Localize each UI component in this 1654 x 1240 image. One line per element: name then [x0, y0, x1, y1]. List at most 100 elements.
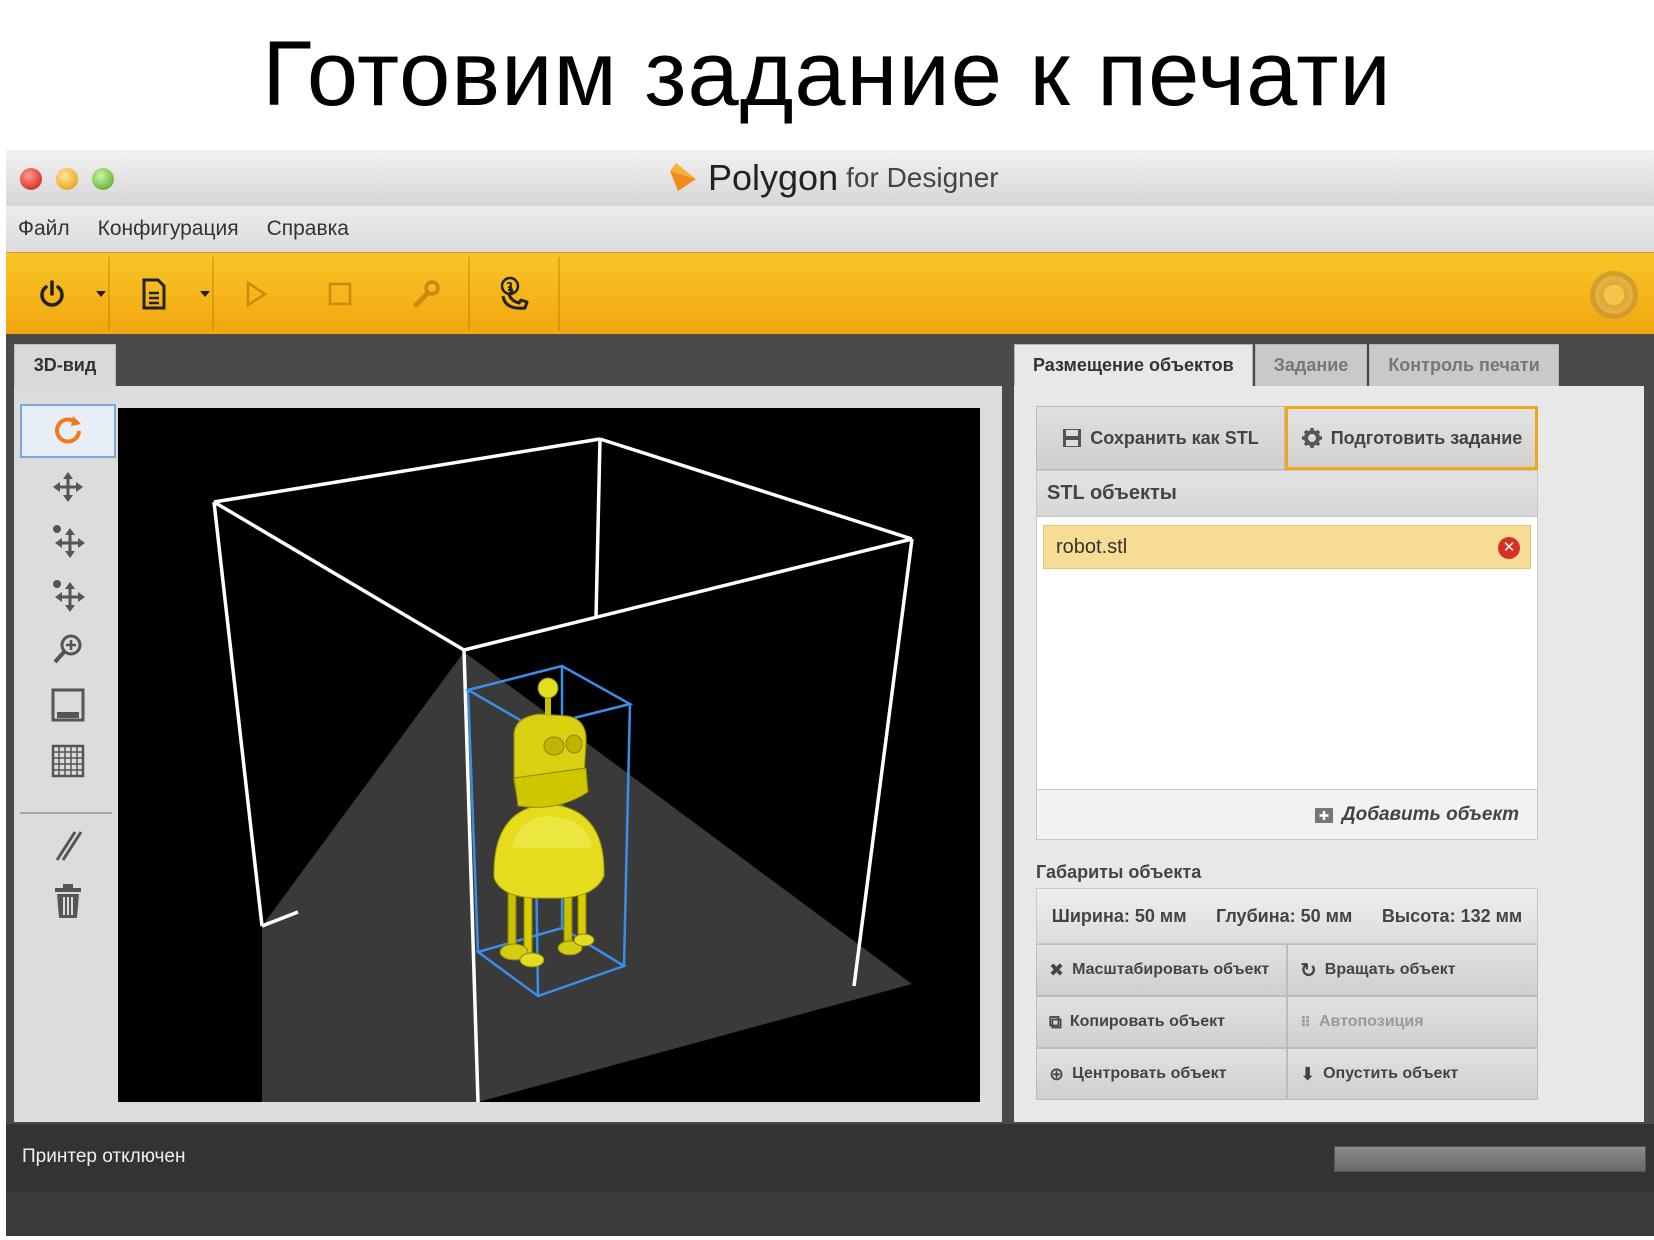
tab-3d-view[interactable]: 3D-вид: [14, 344, 116, 386]
grid-tool[interactable]: [20, 734, 116, 788]
slash-icon: [55, 831, 83, 861]
placement-panel: Сохранить как STL Подготовить задание ST…: [1014, 386, 1644, 1122]
progress-bar: [1334, 1146, 1646, 1172]
scale-object-label: Масштабировать объект: [1072, 961, 1270, 978]
pan-tool[interactable]: [20, 460, 116, 514]
3d-view-panel: [14, 386, 1002, 1122]
file-button[interactable]: [118, 253, 190, 335]
center-icon: ⊕: [1049, 1063, 1065, 1084]
move-down-tool[interactable]: [20, 568, 116, 622]
rotate-object-button[interactable]: ↻ Вращать объект: [1287, 944, 1538, 996]
drop-object-button[interactable]: ⬇ Опустить объект: [1287, 1048, 1538, 1100]
app-title: Polygon for Designer: [666, 157, 999, 198]
depth-value: Глубина: 50 мм: [1216, 905, 1353, 926]
wrench-icon: [413, 280, 440, 308]
stop-button[interactable]: [304, 253, 376, 335]
play-button[interactable]: [220, 253, 292, 335]
floor-view-tool[interactable]: [20, 678, 116, 732]
object-operations: ✖ Масштабировать объект ↻ Вращать объект…: [1036, 944, 1538, 1100]
play-icon: [246, 280, 268, 308]
slide-title: Готовим задание к печати: [262, 23, 1392, 125]
tab-object-placement[interactable]: Размещение объектов: [1014, 344, 1253, 386]
copy-object-label: Копировать объект: [1069, 1013, 1225, 1030]
right-tabs: Размещение объектов Задание Контроль печ…: [1014, 344, 1561, 386]
power-button[interactable]: [16, 253, 88, 335]
rotate-object-label: Вращать объект: [1324, 961, 1456, 978]
move-up-tool[interactable]: [20, 514, 116, 568]
remove-object-icon[interactable]: ✕: [1498, 537, 1520, 559]
tab-job[interactable]: Задание: [1254, 344, 1368, 386]
menu-file[interactable]: Файл: [18, 217, 70, 241]
move-up-icon: [53, 525, 85, 558]
dimensions-label: Габариты объекта: [1036, 862, 1202, 882]
width-value: Ширина: 50 мм: [1051, 905, 1187, 926]
support-button[interactable]: ?: [476, 253, 554, 335]
stl-header: STL объекты: [1037, 471, 1537, 517]
prepare-job-label: Подготовить задание: [1330, 427, 1523, 448]
dimensions-box: Ширина: 50 мм Глубина: 50 мм Высота: 132…: [1036, 888, 1538, 944]
maximize-window-button[interactable]: [92, 168, 114, 190]
rotate-icon: ↻: [1300, 959, 1317, 982]
app-subtitle: for Designer: [846, 162, 999, 193]
copy-icon: ⧉: [1049, 1011, 1062, 1032]
scale-icon: ✖: [1049, 959, 1065, 980]
autoposition-label: Автопозиция: [1318, 1013, 1424, 1030]
add-icon: [1314, 807, 1333, 823]
autoposition-icon: ⠿: [1300, 1013, 1311, 1030]
close-window-button[interactable]: [20, 168, 42, 190]
grid-icon: [51, 744, 85, 778]
title-bar: Polygon for Designer: [6, 150, 1654, 206]
slice-tool[interactable]: [20, 818, 116, 872]
rotate-view-tool[interactable]: [20, 404, 116, 458]
save-stl-button[interactable]: Сохранить как STL: [1036, 406, 1285, 470]
floppy-icon: [1063, 429, 1082, 447]
prepare-job-button[interactable]: Подготовить задание: [1285, 406, 1538, 470]
drop-object-label: Опустить объект: [1323, 1065, 1459, 1082]
save-stl-label: Сохранить как STL: [1090, 427, 1259, 448]
add-object-button[interactable]: Добавить объект: [1037, 789, 1537, 839]
height-value: Высота: 132 мм: [1381, 905, 1523, 926]
status-text: Принтер отключен: [22, 1146, 186, 1167]
move-down-icon: [53, 580, 85, 612]
zoom-tool[interactable]: [20, 622, 116, 676]
main-area: 3D-вид Размещение объектов Задание Контр…: [6, 334, 1654, 1124]
menu-help[interactable]: Справка: [267, 217, 349, 241]
toolbar: ?: [6, 252, 1654, 334]
polygon-logo-icon: [670, 163, 696, 191]
trash-icon: [55, 884, 81, 918]
stop-icon: [328, 282, 352, 306]
file-icon: [142, 278, 166, 310]
add-object-label: Добавить объект: [1341, 803, 1519, 825]
autoposition-button[interactable]: ⠿ Автопозиция: [1287, 996, 1538, 1048]
action-row: Сохранить как STL Подготовить задание: [1036, 406, 1538, 470]
view-tools: [14, 404, 118, 1116]
app-window: Polygon for Designer Файл Конфигурация С…: [6, 150, 1654, 1236]
zoom-icon: [53, 634, 82, 664]
move-icon: [53, 472, 83, 502]
3d-viewport[interactable]: [118, 408, 980, 1103]
center-object-button[interactable]: ⊕ Центровать объект: [1036, 1048, 1287, 1100]
arrow-down-icon: ⬇: [1300, 1063, 1316, 1084]
delete-tool[interactable]: [20, 874, 116, 928]
gear-icon: [1301, 428, 1322, 448]
menu-configuration[interactable]: Конфигурация: [98, 217, 239, 241]
status-bar: Принтер отключен: [6, 1124, 1654, 1192]
minimize-window-button[interactable]: [56, 168, 78, 190]
tab-print-control[interactable]: Контроль печати: [1369, 344, 1559, 386]
app-name: Polygon: [708, 157, 839, 198]
support-phone-icon: ?: [500, 276, 529, 310]
activity-indicator-icon: [1590, 271, 1638, 319]
tool-divider: [20, 812, 112, 814]
3d-scene: [212, 437, 914, 1103]
rotate-icon: [55, 416, 81, 444]
settings-button[interactable]: [390, 253, 462, 335]
file-dropdown-caret[interactable]: [200, 291, 210, 297]
power-dropdown-caret[interactable]: [96, 291, 106, 297]
list-item[interactable]: robot.stl ✕: [1043, 525, 1531, 569]
stl-objects-list: STL объекты robot.stl ✕ Добавить объект: [1036, 470, 1538, 840]
stl-item-name: robot.stl: [1056, 535, 1128, 558]
copy-object-button[interactable]: ⧉ Копировать объект: [1036, 996, 1287, 1048]
floppy-icon: [51, 688, 85, 722]
scale-object-button[interactable]: ✖ Масштабировать объект: [1036, 944, 1287, 996]
center-object-label: Центровать объект: [1072, 1065, 1227, 1082]
